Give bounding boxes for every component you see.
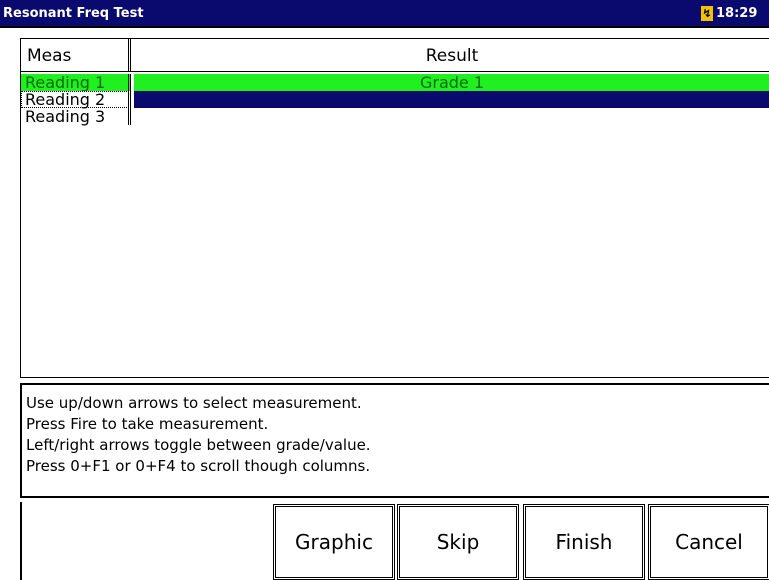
column-header-result[interactable]: Result bbox=[134, 39, 769, 71]
window-title: Resonant Freq Test bbox=[3, 6, 144, 21]
result-cell: Grade 1 bbox=[134, 74, 769, 91]
help-line: Press 0+F1 or 0+F4 to scroll though colu… bbox=[26, 457, 371, 475]
table-row[interactable]: Reading 2 bbox=[21, 91, 769, 108]
cancel-button[interactable]: Cancel bbox=[648, 504, 769, 580]
skip-button[interactable]: Skip bbox=[397, 504, 519, 580]
help-line: Left/right arrows toggle between grade/v… bbox=[26, 436, 371, 454]
app-window: Resonant Freq Test ↯ 18:29 Meas Result R… bbox=[0, 0, 769, 580]
table-header: Meas Result bbox=[21, 39, 769, 72]
table-row[interactable]: Reading 1 Grade 1 bbox=[21, 74, 769, 91]
button-bar: Graphic Skip Finish Cancel bbox=[0, 502, 769, 580]
result-cell bbox=[134, 108, 769, 125]
title-bar: Resonant Freq Test ↯ 18:29 bbox=[0, 0, 769, 28]
finish-button[interactable]: Finish bbox=[523, 504, 645, 580]
measurement-table: Meas Result Reading 1 Grade 1 Reading 2 … bbox=[20, 38, 769, 378]
meas-cell: Reading 2 bbox=[21, 91, 131, 108]
help-line: Use up/down arrows to select measurement… bbox=[26, 394, 362, 412]
meas-cell: Reading 1 bbox=[21, 74, 131, 91]
divider bbox=[20, 502, 22, 580]
graphic-button[interactable]: Graphic bbox=[273, 504, 395, 580]
table-row[interactable]: Reading 3 bbox=[21, 108, 769, 125]
help-text-box: Use up/down arrows to select measurement… bbox=[20, 383, 769, 498]
clock: 18:29 bbox=[716, 6, 758, 21]
help-line: Press Fire to take measurement. bbox=[26, 415, 269, 433]
battery-charging-icon: ↯ bbox=[701, 6, 713, 21]
result-cell bbox=[134, 91, 769, 108]
meas-cell: Reading 3 bbox=[21, 108, 131, 125]
column-header-meas[interactable]: Meas bbox=[21, 39, 131, 71]
